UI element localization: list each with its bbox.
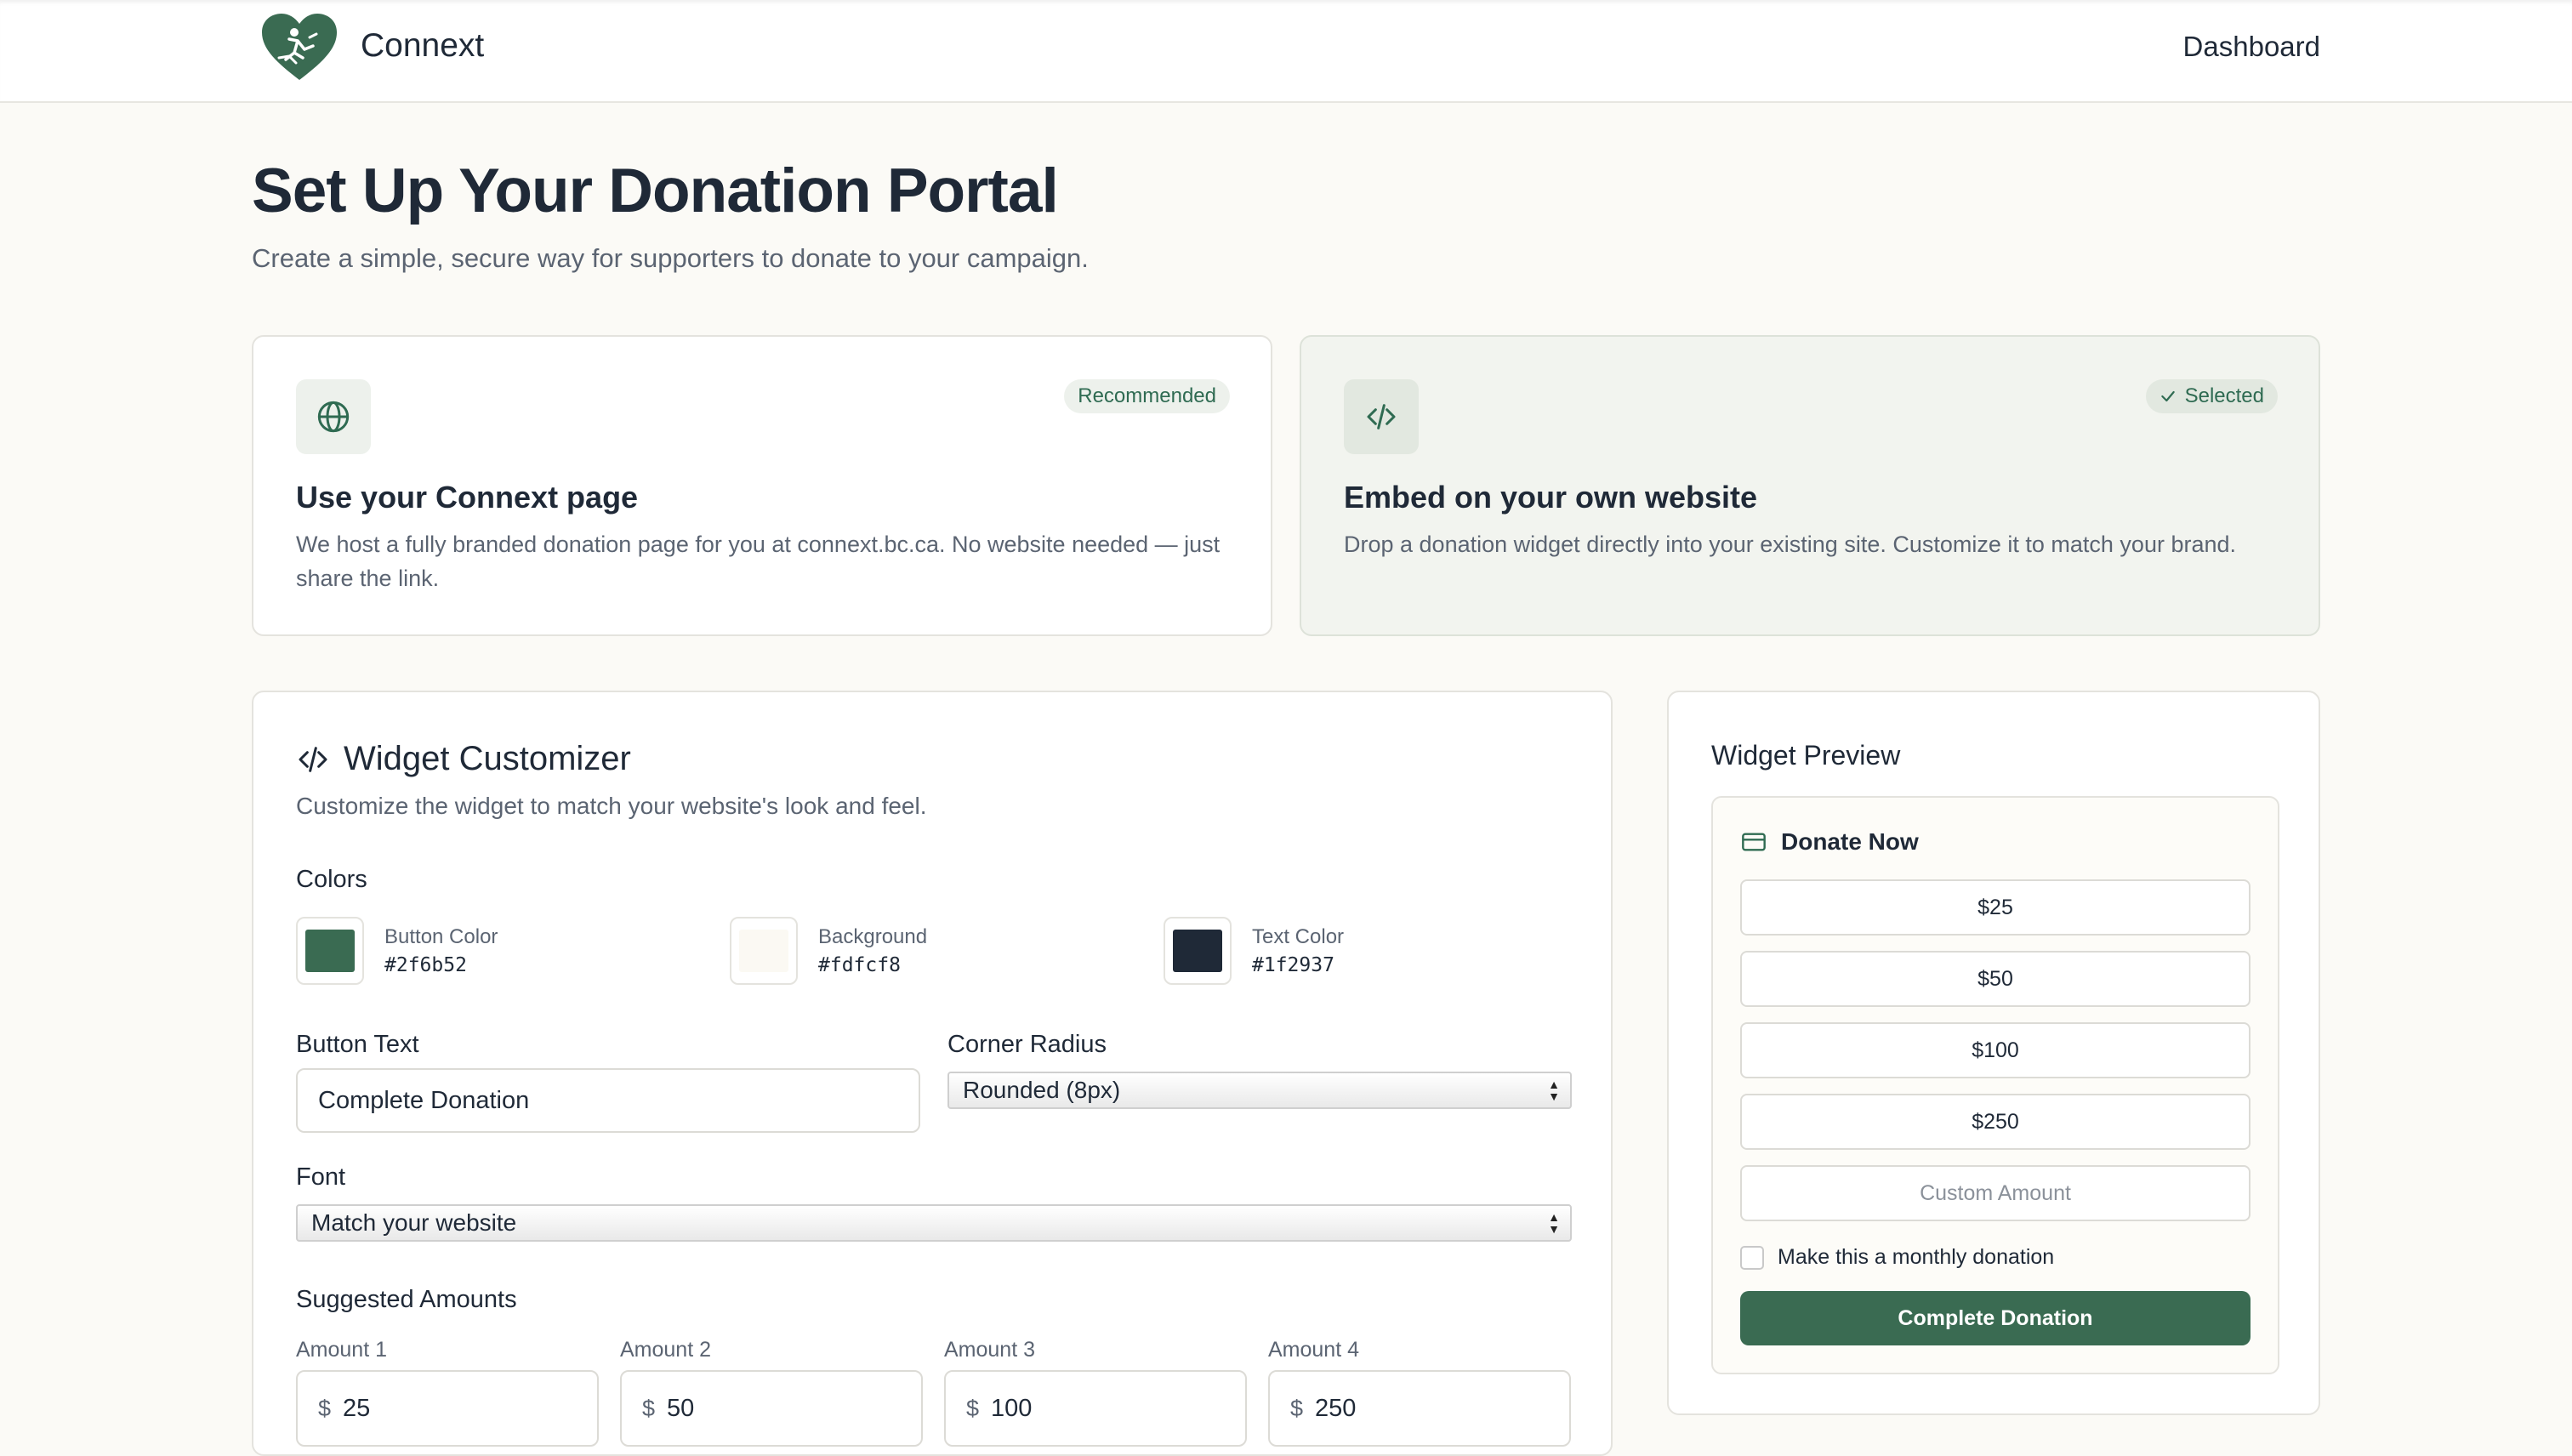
customizer-subtitle: Customize the widget to match your websi… [296, 793, 927, 819]
preview-title: Widget Preview [1711, 740, 1901, 771]
customizer-header: Widget Customizer [296, 740, 631, 778]
currency-symbol: $ [642, 1395, 656, 1421]
donation-widget: Donate Now $25 $50 $100 $250 Custom Amou… [1711, 796, 2279, 1374]
amount-value: 100 [991, 1394, 1033, 1422]
color-fill [1173, 930, 1222, 972]
code-icon [299, 746, 327, 772]
color-swatch[interactable] [730, 917, 798, 985]
page-subtitle: Create a simple, secure way for supporte… [252, 243, 1089, 273]
color-hex: #1f2937 [1252, 954, 1334, 976]
currency-symbol: $ [318, 1395, 332, 1421]
amount-4-input[interactable]: $ 250 [1268, 1370, 1571, 1447]
monthly-donation-row[interactable]: Make this a monthly donation [1740, 1245, 2054, 1270]
widget-customizer-panel: Widget Customizer Customize the widget t… [252, 691, 1613, 1456]
code-icon [1367, 404, 1396, 429]
credit-card-icon [1742, 833, 1766, 851]
page-title: Set Up Your Donation Portal [252, 156, 1059, 225]
color-name: Button Color [384, 925, 498, 948]
selected-option: Rounded (8px) [963, 1077, 1121, 1103]
color-swatch[interactable] [296, 917, 364, 985]
custom-amount-input[interactable]: Custom Amount [1740, 1165, 2250, 1221]
amount-value: 25 [343, 1394, 371, 1422]
option-description: Drop a donation widget directly into you… [1344, 532, 2237, 557]
option-title: Embed on your own website [1344, 480, 1758, 515]
button-text-input[interactable]: Complete Donation [296, 1068, 920, 1133]
amount-3-input[interactable]: $ 100 [944, 1370, 1247, 1447]
text-color-picker[interactable]: Text Color #1f2937 [1164, 917, 1344, 985]
option-title: Use your Connext page [296, 480, 639, 515]
color-hex: #2f6b52 [384, 954, 467, 976]
monthly-checkbox[interactable] [1740, 1245, 1764, 1270]
color-fill [305, 930, 355, 972]
monthly-label: Make this a monthly donation [1778, 1245, 2055, 1269]
selected-option: Match your website [311, 1209, 517, 1236]
complete-donation-button[interactable]: Complete Donation [1740, 1291, 2250, 1345]
corner-radius-select[interactable]: Rounded (8px) ▲ ▼ [947, 1072, 1572, 1109]
amount-value: 250 [1315, 1394, 1357, 1422]
button-color-picker[interactable]: Button Color #2f6b52 [296, 917, 498, 985]
colors-label: Colors [296, 866, 367, 893]
corner-radius-label: Corner Radius [947, 1031, 1107, 1058]
color-name: Text Color [1252, 925, 1345, 948]
amount-option-button[interactable]: $25 [1740, 879, 2250, 936]
amount-1-label: Amount 1 [296, 1338, 388, 1362]
select-arrows-icon: ▲ ▼ [1548, 1210, 1560, 1236]
color-swatch[interactable] [1164, 917, 1232, 985]
option-description: We host a fully branded donation page fo… [296, 532, 1221, 591]
heart-logo-icon[interactable] [260, 12, 339, 82]
color-name: Background [818, 925, 928, 948]
badge-label: Selected [2184, 384, 2264, 407]
amount-1-input[interactable]: $ 25 [296, 1370, 599, 1447]
amount-4-label: Amount 4 [1268, 1338, 1360, 1362]
amount-value: 50 [667, 1394, 695, 1422]
widget-title: Donate Now [1781, 828, 1919, 855]
check-icon [2160, 390, 2175, 402]
globe-icon [317, 401, 350, 433]
top-header: Connext Dashboard [0, 0, 2572, 103]
currency-symbol: $ [1290, 1395, 1304, 1421]
widget-preview-panel: Widget Preview Donate Now $25 $50 $100 $… [1667, 691, 2320, 1415]
button-text-label: Button Text [296, 1031, 419, 1058]
amount-2-input[interactable]: $ 50 [620, 1370, 923, 1447]
select-arrows-icon: ▲ ▼ [1548, 1078, 1560, 1103]
option-icon-box [296, 379, 371, 454]
amount-option-button[interactable]: $250 [1740, 1094, 2250, 1150]
brand-name[interactable]: Connext [361, 27, 484, 65]
background-color-picker[interactable]: Background #fdfcf8 [730, 917, 927, 985]
amount-option-button[interactable]: $100 [1740, 1022, 2250, 1078]
currency-symbol: $ [966, 1395, 980, 1421]
recommended-badge: Recommended [1064, 379, 1230, 413]
option-icon-box [1344, 379, 1419, 454]
customizer-title: Widget Customizer [344, 740, 631, 777]
amount-option-button[interactable]: $50 [1740, 951, 2250, 1007]
suggested-amounts-label: Suggested Amounts [296, 1286, 517, 1313]
option-card-connext-page[interactable]: Recommended Use your Connext page We hos… [252, 335, 1272, 636]
selected-badge: Selected [2145, 379, 2278, 413]
amount-2-label: Amount 2 [620, 1338, 712, 1362]
option-card-embed-website[interactable]: Selected Embed on your own website Drop … [1300, 335, 2320, 636]
nav-dashboard-link[interactable]: Dashboard [2183, 31, 2320, 63]
widget-header: Donate Now [1740, 828, 1919, 856]
font-select[interactable]: Match your website ▲ ▼ [296, 1204, 1572, 1242]
color-hex: #fdfcf8 [818, 954, 901, 976]
font-label: Font [296, 1163, 346, 1191]
amount-3-label: Amount 3 [944, 1338, 1036, 1362]
color-fill [739, 930, 788, 972]
badge-label: Recommended [1078, 384, 1216, 407]
